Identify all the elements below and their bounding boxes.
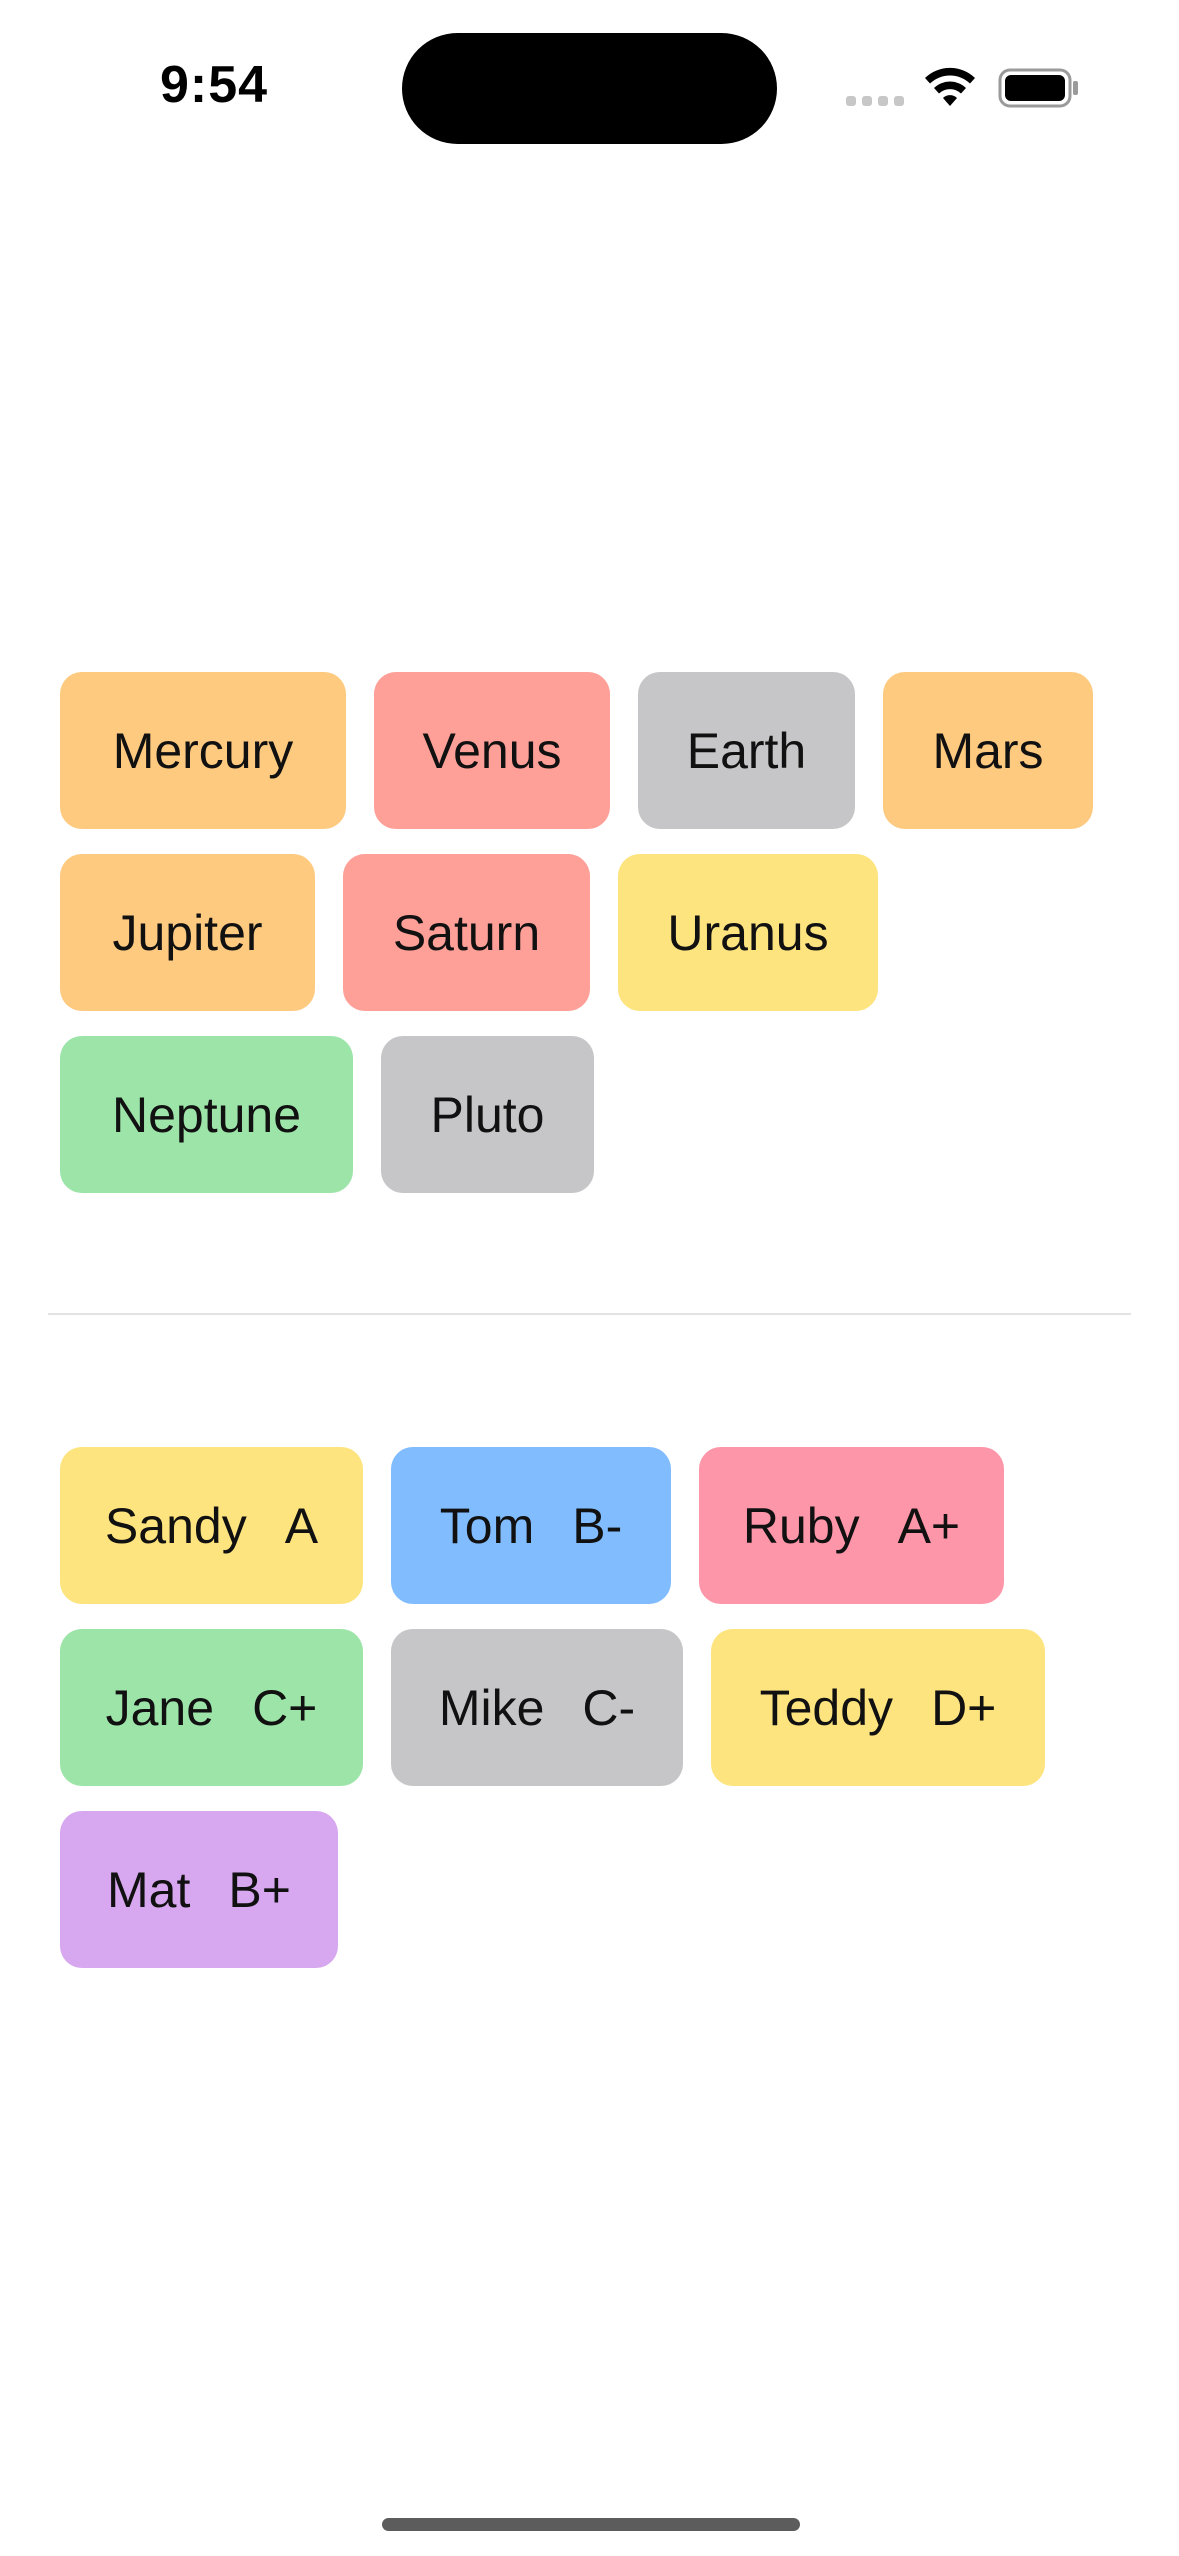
student-tag-tom[interactable]: Tom B- (391, 1447, 671, 1604)
student-name: Ruby (742, 1497, 860, 1554)
student-grade: B- (572, 1497, 623, 1554)
student-tag-mike[interactable]: Mike C- (391, 1629, 683, 1786)
student-grade: A (284, 1497, 319, 1554)
planet-tag-label: Neptune (111, 1086, 302, 1143)
student-name: Jane (105, 1679, 215, 1736)
planet-tag-label: Mars (932, 722, 1044, 779)
battery-icon (998, 68, 1078, 108)
planet-tag-label: Jupiter (112, 904, 263, 961)
student-name: Mat (107, 1861, 191, 1918)
student-name: Mike (438, 1679, 545, 1736)
planet-tag-mercury[interactable]: Mercury (60, 672, 346, 829)
student-tag-teddy[interactable]: Teddy D+ (711, 1629, 1045, 1786)
status-bar: 9:54 (0, 0, 1179, 175)
planet-tag-label: Venus (422, 722, 562, 779)
planet-tag-mars[interactable]: Mars (883, 672, 1093, 829)
status-time: 9:54 (160, 56, 269, 114)
wifi-icon (925, 67, 975, 106)
student-name: Sandy (104, 1497, 247, 1554)
planet-tag-pluto[interactable]: Pluto (381, 1036, 594, 1193)
student-grade: A+ (897, 1497, 961, 1554)
home-indicator[interactable] (382, 2518, 800, 2531)
section-divider (48, 1313, 1131, 1315)
student-tag-sandy[interactable]: Sandy A (60, 1447, 363, 1604)
planet-tag-saturn[interactable]: Saturn (343, 854, 590, 1011)
student-tag-ruby[interactable]: Ruby A+ (699, 1447, 1004, 1604)
student-grade: C+ (252, 1679, 318, 1736)
planet-tag-neptune[interactable]: Neptune (60, 1036, 353, 1193)
planet-tag-label: Uranus (667, 904, 829, 961)
student-tag-jane[interactable]: Jane C+ (60, 1629, 363, 1786)
student-name: Teddy (759, 1679, 894, 1736)
dynamic-island (402, 33, 777, 144)
student-tag-mat[interactable]: Mat B+ (60, 1811, 338, 1968)
student-grade: C- (582, 1679, 636, 1736)
cellular-signal-icon (846, 96, 904, 106)
planet-tag-label: Earth (686, 722, 807, 779)
student-grade: D+ (931, 1679, 997, 1736)
planet-tag-uranus[interactable]: Uranus (618, 854, 878, 1011)
student-grade: B+ (228, 1861, 291, 1918)
planet-tag-label: Saturn (392, 904, 541, 961)
planet-tag-label: Pluto (430, 1086, 545, 1143)
planet-tag-venus[interactable]: Venus (374, 672, 610, 829)
planet-tag-jupiter[interactable]: Jupiter (60, 854, 315, 1011)
planet-tag-earth[interactable]: Earth (638, 672, 855, 829)
planet-tag-label: Mercury (112, 722, 294, 779)
student-name: Tom (439, 1497, 535, 1554)
